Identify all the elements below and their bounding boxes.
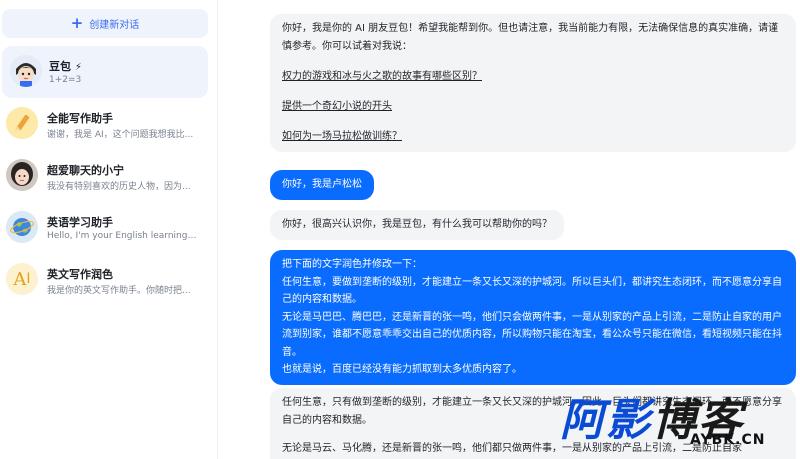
greeting-text: 你好，我是你的 AI 朋友豆包！希望我能帮到你。但也请注意，我当前能力有限，无法… xyxy=(282,23,779,52)
new-chat-button[interactable]: + 创建新对话 xyxy=(2,9,208,38)
conversation-item-doubao[interactable]: 豆包 ⚡ 1+2=3 xyxy=(2,46,208,98)
user-message: 你好，我是卢松松 xyxy=(270,170,374,200)
suggestion-link[interactable]: 权力的游戏和冰与火之歌的故事有哪些区别？ xyxy=(282,68,784,86)
suggestion-link[interactable]: 提供一个奇幻小说的开头 xyxy=(282,98,784,116)
conversation-item-writing-assistant[interactable]: 全能写作助手 谢谢，我是 AI，这个问题我想我比... xyxy=(0,98,208,150)
watermark-logo: 阿影博客 AYBK.CN xyxy=(560,395,766,448)
sidebar: + 创建新对话 豆包 ⚡ 1+2=3 全能写作助手 谢谢，我是 AI，这个问题我… xyxy=(0,0,218,459)
new-chat-label: 创建新对话 xyxy=(89,20,140,31)
ai-text-icon: AI xyxy=(6,263,38,295)
conversation-title: 豆包 ⚡ xyxy=(49,60,82,73)
conversation-title: 英语学习助手 xyxy=(47,216,113,229)
bot-message-greeting: 你好，我是你的 AI 朋友豆包！希望我能帮到你。但也请注意，我当前能力有限，无法… xyxy=(270,14,796,152)
conversation-preview: 我没有特别喜欢的历史人物，因为... xyxy=(47,182,191,192)
conversation-list: 豆包 ⚡ 1+2=3 全能写作助手 谢谢，我是 AI，这个问题我想我比... 超… xyxy=(0,46,218,306)
user-message-long: 把下面的文字润色并修改一下： 任何生意，要做到垄断的级别，才能建立一条又长又深的… xyxy=(270,250,796,385)
globe-icon xyxy=(6,211,38,243)
plus-icon: + xyxy=(70,14,84,32)
conversation-preview: 我是你的英文写作助手。你随时把... xyxy=(47,286,191,296)
girl-avatar-icon xyxy=(6,159,38,191)
conversation-title: 全能写作助手 xyxy=(47,112,113,125)
conversation-title: 英文写作润色 xyxy=(47,268,113,281)
bot-message: 你好，很高兴认识你，我是豆包，有什么我可以帮助你的吗？ xyxy=(270,210,564,240)
suggestion-link[interactable]: 如何为一场马拉松做训练？ xyxy=(282,128,784,146)
conversation-preview: 谢谢，我是 AI，这个问题我想我比... xyxy=(47,130,194,140)
conversation-item-english-polish[interactable]: AI 英文写作润色 我是你的英文写作助手。你随时把... xyxy=(0,254,208,306)
lightning-icon: ⚡ xyxy=(74,62,82,73)
conversation-preview: 1+2=3 xyxy=(49,75,82,85)
doubao-avatar-icon xyxy=(10,55,42,87)
pencil-icon xyxy=(6,107,38,139)
conversation-preview: Hello, I'm your English learning ass... xyxy=(47,231,199,241)
conversation-item-xiaoning[interactable]: 超爱聊天的小宁 我没有特别喜欢的历史人物，因为... xyxy=(0,150,208,202)
conversation-title: 超爱聊天的小宁 xyxy=(47,164,124,177)
conversation-item-english-learning[interactable]: 英语学习助手 Hello, I'm your English learning … xyxy=(0,202,208,254)
